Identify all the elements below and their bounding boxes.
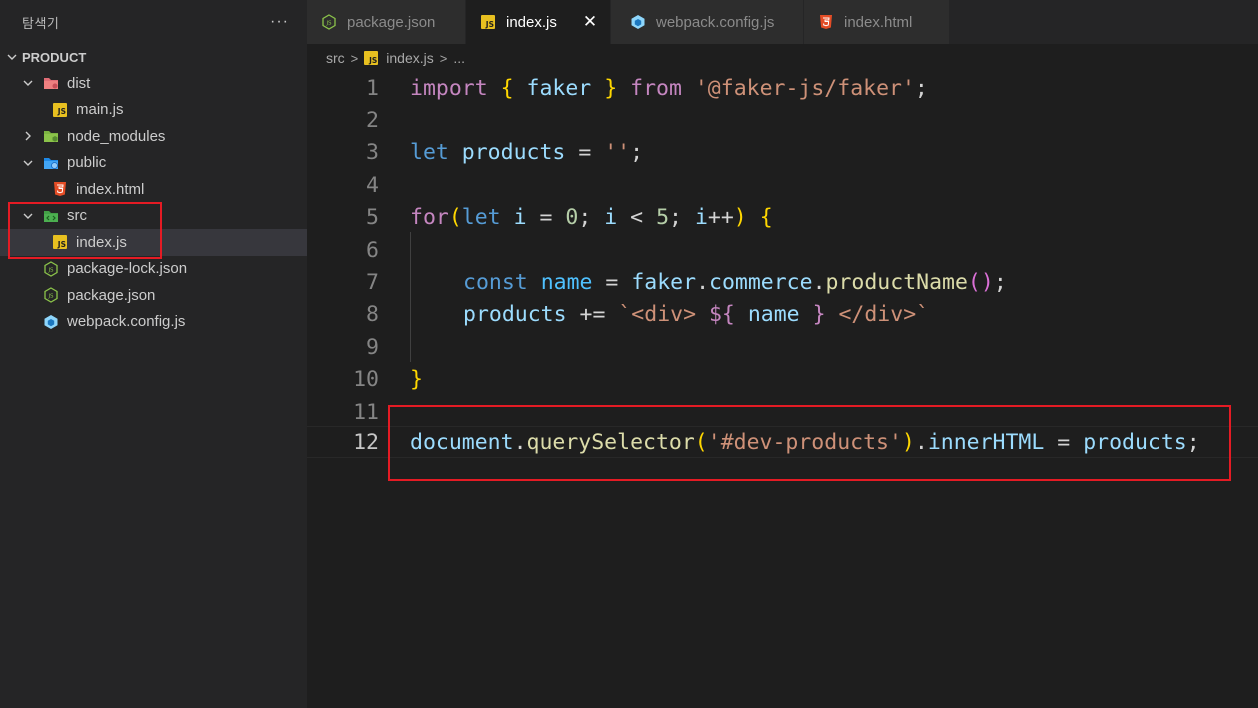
code-line: 4	[307, 169, 1258, 201]
html-file-icon	[818, 14, 834, 30]
tab-label: package.json	[347, 13, 436, 31]
tree-item-label: public	[67, 154, 107, 172]
line-number: 12	[353, 429, 379, 455]
project-section-header[interactable]: PRODUCT	[0, 44, 307, 70]
project-name: PRODUCT	[22, 49, 87, 65]
node-json-icon: JS	[43, 260, 59, 277]
chevron-right-icon	[22, 130, 34, 142]
tree-item-index-js[interactable]: JS index.js	[0, 229, 307, 256]
js-file-icon: JS	[52, 102, 68, 118]
line-number: 2	[366, 108, 379, 134]
code-line: 11	[307, 396, 1258, 428]
tree-item-label: index.js	[76, 233, 127, 251]
code-text: document.querySelector('#dev-products').…	[410, 429, 1200, 455]
tree-item-label: src	[67, 207, 87, 225]
indent-guide	[410, 232, 411, 362]
editor-tabs: JS package.json JS index.js ✕ webpack.co…	[307, 0, 1258, 44]
chevron-down-icon	[22, 77, 34, 89]
folder-public-icon	[43, 155, 59, 171]
tree-item-package-lock-json[interactable]: JS package-lock.json	[0, 256, 307, 283]
chevron-down-icon	[6, 51, 18, 63]
line-number: 3	[366, 140, 379, 166]
code-text: for(let i = 0; i < 5; i++) {	[410, 205, 773, 231]
tab-package-json[interactable]: JS package.json	[307, 0, 466, 44]
tree-item-label: package.json	[67, 286, 156, 304]
code-text: const name = faker.commerce.productName(…	[463, 270, 1007, 296]
chevron-right-icon: >	[439, 50, 448, 66]
chevron-down-icon	[22, 210, 34, 222]
breadcrumb-file[interactable]: index.js	[386, 50, 433, 66]
svg-text:JS: JS	[47, 267, 54, 273]
explorer-title: 탐색기	[22, 15, 60, 31]
explorer-sidebar: 탐색기 ··· PRODUCT dist JS main.js node_mod…	[0, 0, 307, 708]
tree-item-label: package-lock.json	[67, 260, 188, 278]
tree-item-src[interactable]: src	[0, 203, 307, 230]
js-file-icon: JS	[52, 234, 68, 250]
code-text: let products = '';	[410, 140, 644, 166]
tree-item-main-js[interactable]: JS main.js	[0, 97, 307, 124]
line-number: 1	[366, 75, 379, 101]
js-file-icon: JS	[480, 14, 496, 30]
code-text: products += `<div> ${ name } </div>`	[463, 302, 930, 328]
folder-src-icon	[43, 208, 59, 224]
breadcrumb-folder[interactable]: src	[326, 50, 345, 66]
line-number: 8	[366, 302, 379, 328]
breadcrumb-more[interactable]: ...	[453, 50, 465, 66]
tree-item-webpack-config-js[interactable]: webpack.config.js	[0, 309, 307, 336]
code-line: 6	[307, 234, 1258, 266]
folder-node-icon	[43, 128, 59, 144]
current-code-line: 12 document.querySelector('#dev-products…	[307, 426, 1258, 459]
line-number: 7	[366, 270, 379, 296]
tree-item-label: main.js	[76, 101, 124, 119]
chevron-down-icon	[22, 157, 34, 169]
line-number: 10	[353, 367, 379, 393]
line-number: 4	[366, 172, 379, 198]
code-line: 9	[307, 331, 1258, 363]
line-number: 6	[366, 237, 379, 263]
tree-item-package-json[interactable]: JS package.json	[0, 282, 307, 309]
tree-item-label: index.html	[76, 180, 145, 198]
tree-item-label: node_modules	[67, 127, 166, 145]
code-line: 5 for(let i = 0; i < 5; i++) {	[307, 202, 1258, 234]
line-number: 9	[366, 334, 379, 360]
tab-webpack-config-js[interactable]: webpack.config.js	[611, 0, 804, 44]
code-text: }	[410, 367, 423, 393]
tree-item-dist[interactable]: dist	[0, 70, 307, 97]
breadcrumb: src > JS index.js > ...	[307, 44, 1258, 72]
folder-dist-icon	[43, 75, 59, 91]
tree-item-label: dist	[67, 74, 91, 92]
line-number: 5	[366, 205, 379, 231]
tree-item-label: webpack.config.js	[67, 313, 186, 331]
code-line: 10 }	[307, 364, 1258, 396]
tree-item-node-modules[interactable]: node_modules	[0, 123, 307, 150]
code-text: import { faker } from '@faker-js/faker';	[410, 75, 928, 101]
code-line: 2	[307, 104, 1258, 136]
explorer-header: 탐색기 ···	[0, 0, 307, 44]
tree-item-public[interactable]: public	[0, 150, 307, 177]
tab-index-js[interactable]: JS index.js ✕	[466, 0, 611, 44]
code-line: 3 let products = '';	[307, 137, 1258, 169]
svg-text:JS: JS	[47, 294, 54, 300]
more-actions-button[interactable]: ···	[270, 13, 289, 31]
code-editor[interactable]: 1 import { faker } from '@faker-js/faker…	[307, 72, 1258, 708]
node-json-icon: JS	[43, 287, 59, 304]
chevron-right-icon: >	[350, 50, 359, 66]
tab-label: webpack.config.js	[656, 13, 775, 31]
js-file-icon: JS	[364, 51, 379, 65]
webpack-icon	[43, 314, 59, 330]
html-file-icon	[52, 181, 68, 197]
svg-text:JS: JS	[325, 21, 332, 27]
webpack-icon	[630, 14, 646, 30]
tab-label: index.js	[506, 13, 557, 31]
node-json-icon: JS	[321, 14, 337, 30]
tab-label: index.html	[844, 13, 913, 31]
code-line: 1 import { faker } from '@faker-js/faker…	[307, 72, 1258, 104]
tab-index-html[interactable]: index.html	[804, 0, 950, 44]
tree-item-index-html[interactable]: index.html	[0, 176, 307, 203]
close-icon[interactable]: ✕	[582, 12, 598, 31]
code-line: 7 const name = faker.commerce.productNam…	[307, 266, 1258, 298]
code-line: 8 products += `<div> ${ name } </div>`	[307, 299, 1258, 331]
line-number: 11	[353, 399, 379, 425]
